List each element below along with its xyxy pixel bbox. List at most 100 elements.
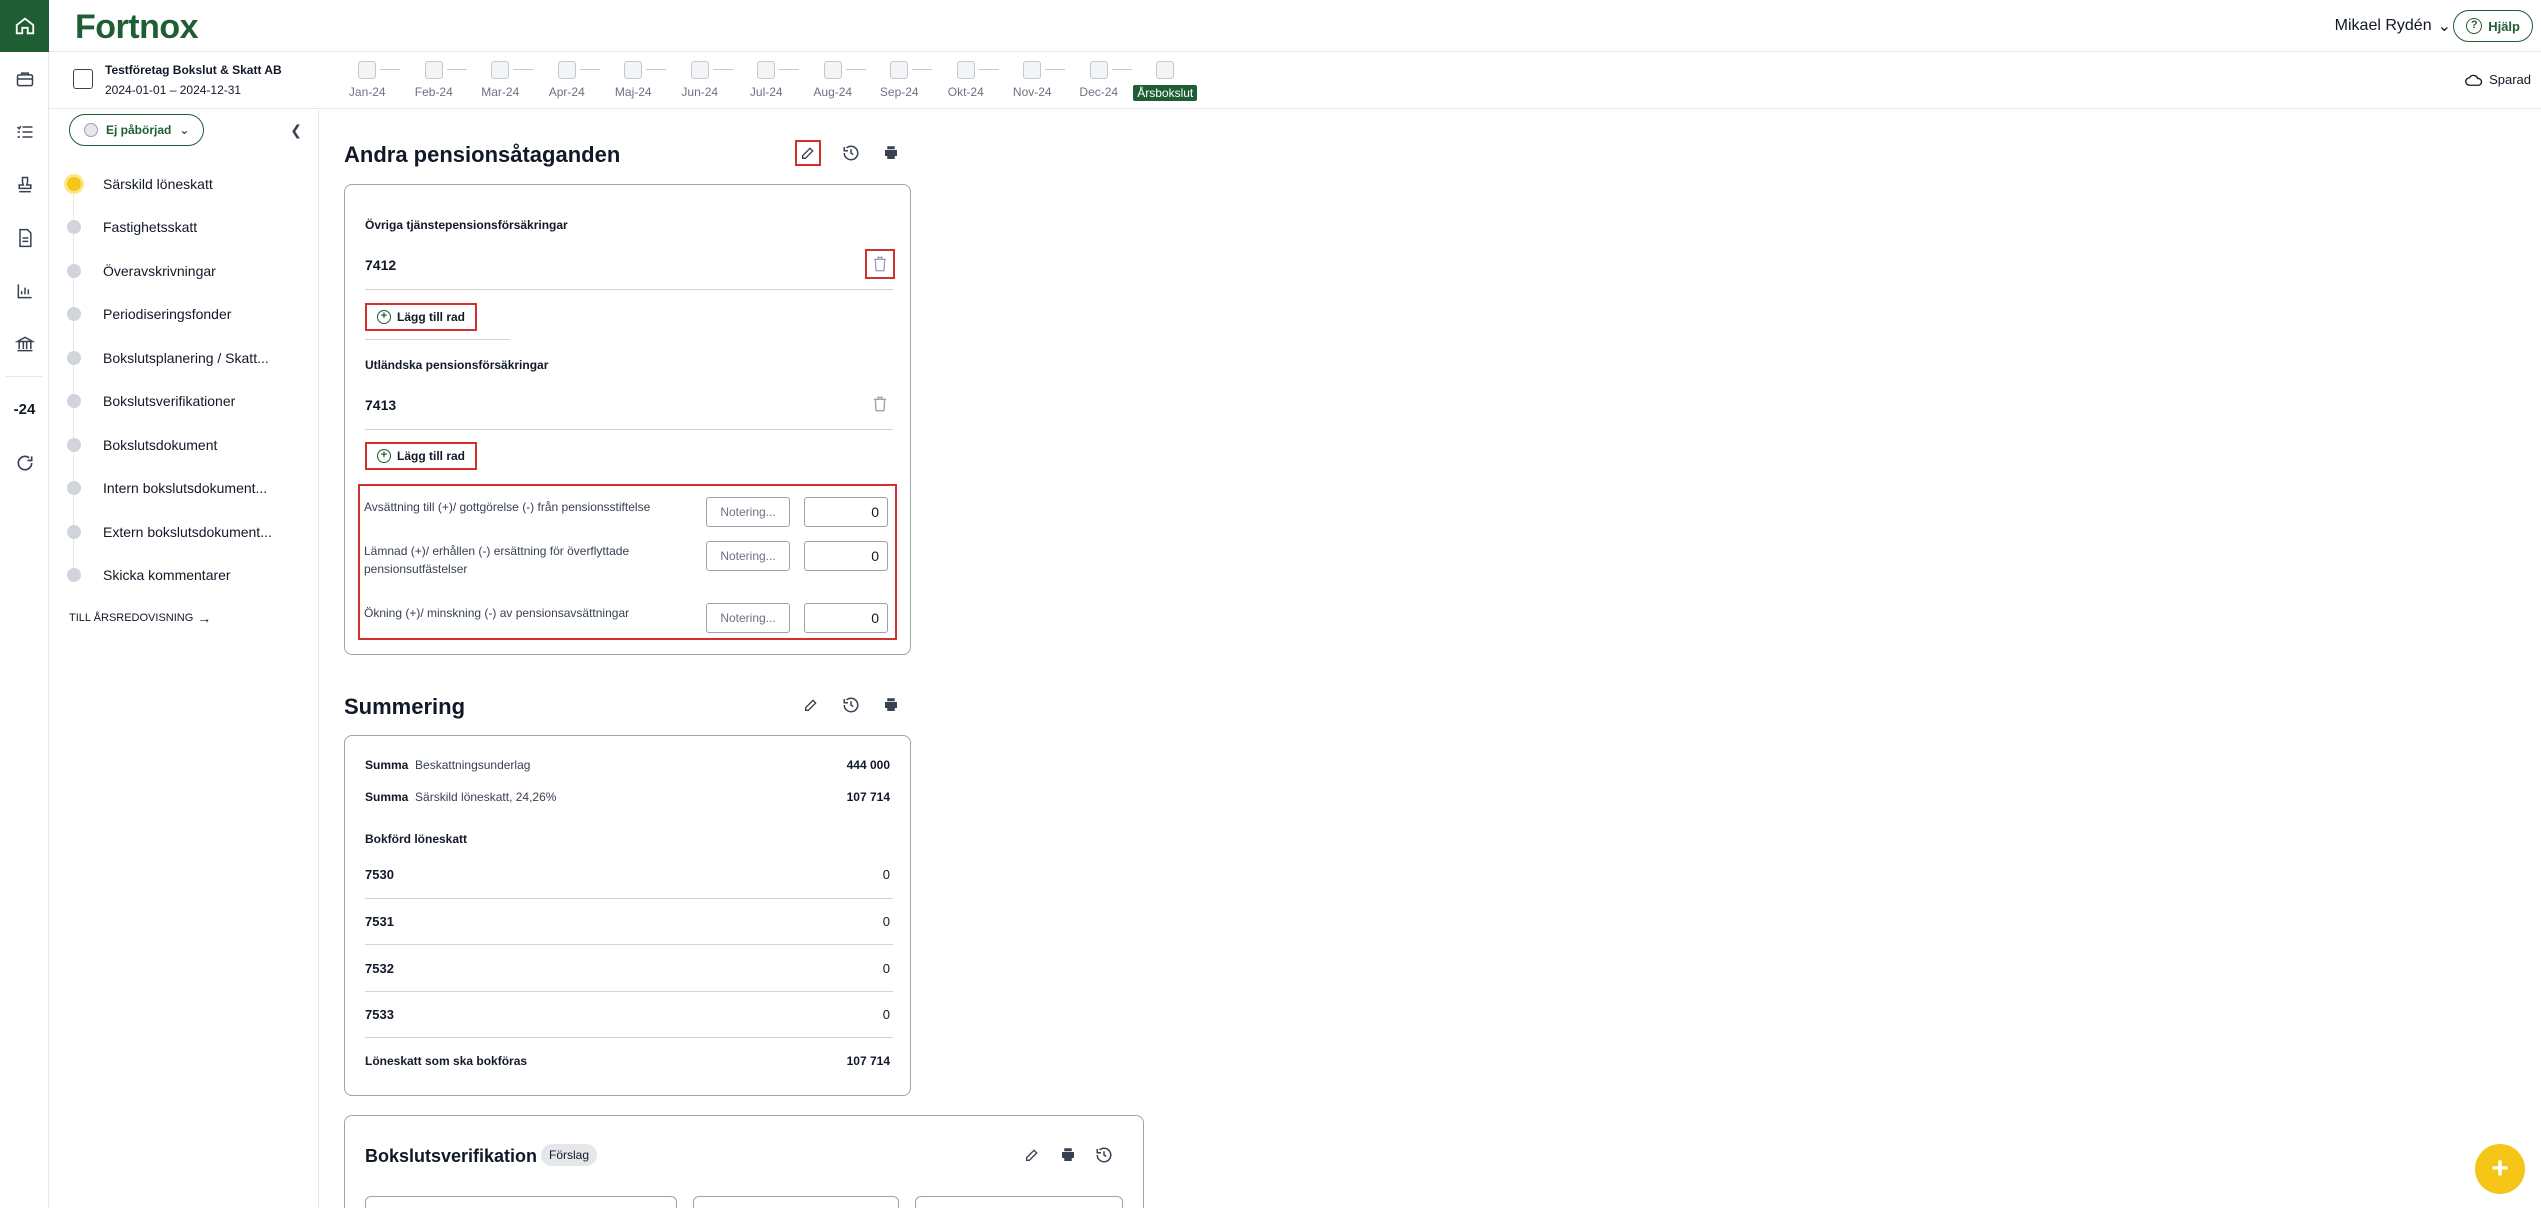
fortnox-logo[interactable]: Fortnox [75,8,199,47]
sidebar-step[interactable]: Bokslutsverifikationer [65,380,305,424]
total-value: 107 714 [846,1054,890,1068]
add-row-button[interactable]: + Lägg till rad [365,303,478,331]
month-label: Jul-24 [749,85,783,99]
delete-row-icon[interactable] [867,391,893,417]
note-input[interactable]: Notering... [706,497,790,527]
summary-label: Särskild löneskatt, 24,26% [415,790,557,804]
checklist-icon[interactable] [0,105,49,158]
sidebar-step[interactable]: Bokslutsdokument [65,423,305,467]
month-item[interactable]: Jun-24 [667,61,734,101]
month-item[interactable]: Okt-24 [933,61,1000,101]
month-item[interactable]: Feb-24 [401,61,468,101]
rail-divider [6,376,42,377]
divider [365,289,893,290]
month-item[interactable]: Årsbokslut [1132,61,1199,101]
year-selector[interactable]: -24 [0,383,49,436]
pension-section-title: Andra pensionsåtaganden [344,142,621,167]
delete-row-icon[interactable] [865,249,895,279]
status-icon [84,123,98,137]
month-item[interactable]: Jan-24 [334,61,401,101]
summary-value: 444 000 [846,758,890,772]
status-dropdown[interactable]: Ej påbörjad ⌄ [69,114,205,146]
month-item[interactable]: Mar-24 [467,61,534,101]
step-status-dot [67,263,81,278]
sidebar-step-label: Bokslutsplanering / Skatt... [103,349,269,366]
verification-field[interactable] [365,1196,677,1208]
month-label: Apr-24 [548,85,585,99]
company-selector[interactable]: Testföretag Bokslut & Skatt AB 2024-01-0… [73,63,282,97]
help-label: Hjälp [2488,18,2520,34]
account-number: 7412 [365,257,397,273]
account-value: 0 [882,1007,890,1022]
calendar-icon [424,61,443,79]
month-label: Nov-24 [1012,85,1052,99]
calendar-icon [358,61,377,79]
step-status-dot [67,437,81,452]
sidebar-step[interactable]: Överavskrivningar [65,249,305,293]
amount-input[interactable]: 0 [804,497,888,527]
month-label: Dec-24 [1079,85,1119,99]
add-row-button[interactable]: + Lägg till rad [365,442,478,470]
month-item[interactable]: Sep-24 [866,61,933,101]
sidebar-step-label: Periodiseringsfonder [103,306,232,323]
history-icon[interactable] [838,140,864,166]
chart-icon[interactable] [0,264,49,317]
month-item[interactable]: Jul-24 [733,61,800,101]
verification-card: Bokslutsverifikation Förslag [344,1115,1144,1208]
print-icon[interactable] [878,692,904,718]
amount-input[interactable]: 0 [804,603,888,633]
verification-field[interactable] [693,1196,899,1208]
month-item[interactable]: Apr-24 [534,61,601,101]
note-input[interactable]: Notering... [706,541,790,571]
month-item[interactable]: Maj-24 [600,61,667,101]
month-item[interactable]: Nov-24 [999,61,1066,101]
edit-icon[interactable] [1019,1142,1045,1168]
timeline-connector [646,69,666,70]
briefcase-icon[interactable] [0,52,49,105]
print-icon[interactable] [878,140,904,166]
user-menu[interactable]: Mikael Rydén ⌄ [2335,16,2451,36]
sidebar-step[interactable]: Särskild löneskatt [65,162,305,206]
month-item[interactable]: Dec-24 [1066,61,1133,101]
collapse-sidebar-icon[interactable]: ❮ [290,122,302,139]
account-value: 0 [882,867,890,882]
history-icon[interactable] [838,692,864,718]
refresh-icon[interactable] [0,436,49,489]
note-input[interactable]: Notering... [706,603,790,633]
history-icon[interactable] [1091,1142,1117,1168]
closing-sidebar: Ej påbörjad ⌄ ❮ Särskild löneskatt Fastig… [49,110,319,1208]
sidebar-step[interactable]: Periodiseringsfonder [65,293,305,337]
cloud-icon [2465,74,2483,86]
edit-icon[interactable] [795,140,821,166]
adjustment-label: Avsättning till (+)/ gottgörelse (-) frå… [364,500,651,514]
sidebar-step[interactable]: Bokslutsplanering / Skatt... [65,336,305,380]
month-item[interactable]: Aug-24 [800,61,867,101]
chevron-down-icon: ⌄ [179,123,190,137]
timeline-connector [579,69,600,70]
sidebar-step[interactable]: Fastighetsskatt [65,206,305,250]
timeline-connector [712,69,733,70]
amount-input[interactable]: 0 [804,541,888,571]
document-icon[interactable] [0,211,49,264]
edit-icon[interactable] [798,692,824,718]
sidebar-step[interactable]: Extern bokslutsdokument... [65,510,305,554]
step-status-dot [67,220,81,235]
help-button[interactable]: ? Hjälp [2453,10,2533,42]
summary-prefix: Summa [365,790,409,804]
stamp-icon[interactable] [0,158,49,211]
status-badge: Förslag [541,1144,598,1166]
print-icon[interactable] [1055,1142,1081,1168]
saved-label: Sparad [2489,72,2531,87]
verification-field[interactable] [915,1196,1123,1208]
calendar-icon [890,61,909,79]
bank-icon[interactable] [0,317,49,370]
sidebar-step-label: Bokslutsverifikationer [103,393,236,410]
home-icon[interactable] [0,0,49,52]
step-status-dot [67,568,81,583]
sidebar-step[interactable]: Skicka kommentarer [65,554,305,598]
summary-section-title: Summering [344,694,466,719]
sidebar-step[interactable]: Intern bokslutsdokument... [65,467,305,511]
calendar-icon [757,61,776,79]
add-fab-button[interactable]: + [2475,1144,2525,1194]
to-annual-report-link[interactable]: TILL ÅRSREDOVISNING → [69,610,211,626]
